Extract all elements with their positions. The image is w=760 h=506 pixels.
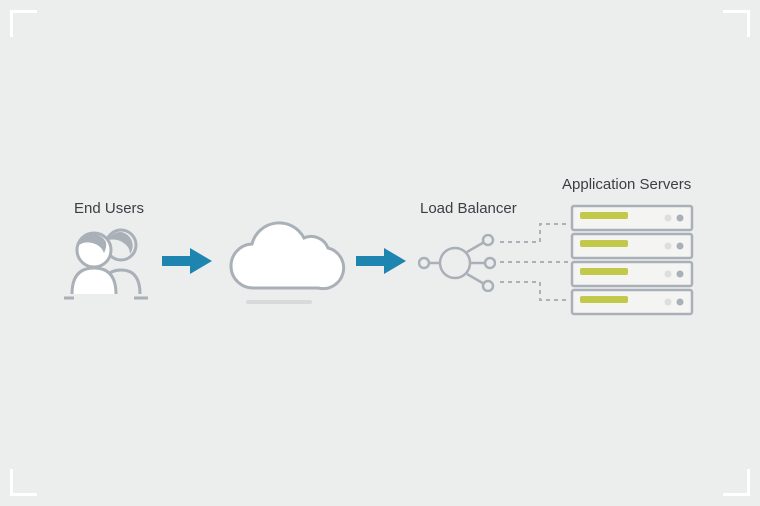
frame-corner-tl <box>10 10 37 37</box>
end-users-icon <box>64 224 152 300</box>
server-stack-icon <box>570 204 698 320</box>
end-users-label: End Users <box>74 200 144 217</box>
cloud-icon <box>220 218 348 308</box>
arrow-users-to-cloud-icon <box>160 246 216 276</box>
load-balancer-icon <box>418 234 496 292</box>
frame-corner-bl <box>10 469 37 496</box>
diagram-stage: End Users <box>60 190 700 350</box>
frame-corner-tr <box>723 10 750 37</box>
app-servers-label: Application Servers <box>562 176 691 193</box>
load-balancer-label: Load Balancer <box>420 200 517 217</box>
arrow-cloud-to-lb-icon <box>354 246 410 276</box>
frame-corner-br <box>723 469 750 496</box>
lb-to-servers-connectors <box>496 220 574 306</box>
